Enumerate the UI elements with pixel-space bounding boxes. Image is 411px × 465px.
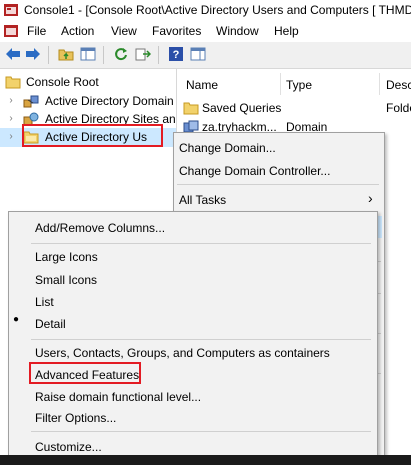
menu-item-all-tasks[interactable]: All Tasks xyxy=(179,193,226,207)
folder-icon xyxy=(5,76,21,89)
menu-item-large-icons[interactable]: Large Icons xyxy=(35,250,98,264)
folder-icon xyxy=(183,102,199,115)
tree-item-label: Console Root xyxy=(26,75,99,89)
list-item[interactable]: Saved Queries Folde xyxy=(177,98,411,118)
menu-item-users-contacts-groups-containers[interactable]: Users, Contacts, Groups, and Computers a… xyxy=(35,346,330,360)
menu-item-change-domain-controller[interactable]: Change Domain Controller... xyxy=(179,164,330,178)
menu-item-label: Detail xyxy=(35,317,66,331)
export-list-icon xyxy=(135,48,151,61)
mmc-console-icon xyxy=(4,4,18,16)
menu-help[interactable]: Help xyxy=(274,24,299,38)
title-bar: Console1 - [Console Root\Active Director… xyxy=(0,0,411,20)
list-item-name: Saved Queries xyxy=(202,101,282,115)
submenu-arrow-icon: › xyxy=(368,190,373,206)
column-divider[interactable] xyxy=(280,73,281,95)
menu-separator xyxy=(31,243,371,244)
back-button[interactable] xyxy=(4,45,22,63)
mmc-system-menu-icon[interactable] xyxy=(4,24,18,38)
up-one-level-button[interactable] xyxy=(57,45,75,63)
forward-button[interactable] xyxy=(24,45,42,63)
console-tree-icon xyxy=(80,47,96,61)
list-item-description: Folde xyxy=(386,101,411,115)
tree-item-label: Active Directory Domain xyxy=(45,94,174,108)
taskbar xyxy=(0,455,411,465)
toolbar-separator xyxy=(103,46,104,64)
menu-action[interactable]: Action xyxy=(61,24,94,38)
menu-item-detail[interactable]: ● Detail xyxy=(10,312,376,334)
folder-up-icon xyxy=(58,49,74,61)
window-title: Console1 - [Console Root\Active Director… xyxy=(24,3,411,17)
menu-item-change-domain[interactable]: Change Domain... xyxy=(179,141,276,155)
show-hide-console-tree-button[interactable] xyxy=(79,45,97,63)
menu-separator xyxy=(31,431,371,432)
tree-item-console-root[interactable]: Console Root xyxy=(0,73,176,91)
menu-item-add-remove-columns[interactable]: Add/Remove Columns... xyxy=(35,221,165,235)
column-header-description[interactable]: Desc xyxy=(386,78,411,92)
menu-separator xyxy=(177,184,379,185)
radio-bullet-icon: ● xyxy=(13,314,20,325)
menu-window[interactable]: Window xyxy=(216,24,259,38)
menu-item-customize[interactable]: Customize... xyxy=(35,440,102,454)
menu-favorites[interactable]: Favorites xyxy=(152,24,201,38)
help-icon: ? xyxy=(169,47,183,61)
menu-item-raise-domain-functional-level[interactable]: Raise domain functional level... xyxy=(35,390,201,404)
column-header-type[interactable]: Type xyxy=(286,78,312,92)
expand-chevron-icon[interactable]: › xyxy=(6,112,16,126)
refresh-icon xyxy=(115,48,127,61)
tree-item-ad-domains-trusts[interactable]: › Active Directory Domain xyxy=(0,92,176,110)
forward-arrow-icon xyxy=(26,48,40,60)
menu-view[interactable]: View xyxy=(111,24,137,38)
toolbar-separator xyxy=(48,46,49,64)
menu-item-small-icons[interactable]: Small Icons xyxy=(35,273,97,287)
action-pane-icon xyxy=(190,47,206,61)
highlight-box-advanced-features xyxy=(29,362,141,384)
refresh-button[interactable] xyxy=(112,45,130,63)
expand-chevron-icon[interactable]: › xyxy=(6,94,16,108)
menu-item-filter-options[interactable]: Filter Options... xyxy=(35,411,116,425)
menu-file[interactable]: File xyxy=(27,24,46,38)
menu-separator xyxy=(31,339,371,340)
toolbar-separator xyxy=(158,46,159,64)
menu-bar: File Action View Favorites Window Help xyxy=(0,20,411,42)
back-arrow-icon xyxy=(6,48,20,60)
svg-text:?: ? xyxy=(173,49,180,61)
column-header-name[interactable]: Name xyxy=(186,78,218,92)
show-hide-action-pane-button[interactable] xyxy=(189,45,207,63)
ad-domains-trusts-icon xyxy=(23,95,39,108)
column-divider[interactable] xyxy=(379,73,380,95)
help-button[interactable]: ? xyxy=(167,45,185,63)
toolbar: ? xyxy=(0,42,411,69)
expand-chevron-icon[interactable]: › xyxy=(6,130,16,144)
view-submenu: Add/Remove Columns... Large Icons Small … xyxy=(8,211,378,463)
export-list-button[interactable] xyxy=(134,45,152,63)
highlight-box-ad-users-computers xyxy=(22,124,163,147)
menu-item-list[interactable]: List xyxy=(35,295,54,309)
